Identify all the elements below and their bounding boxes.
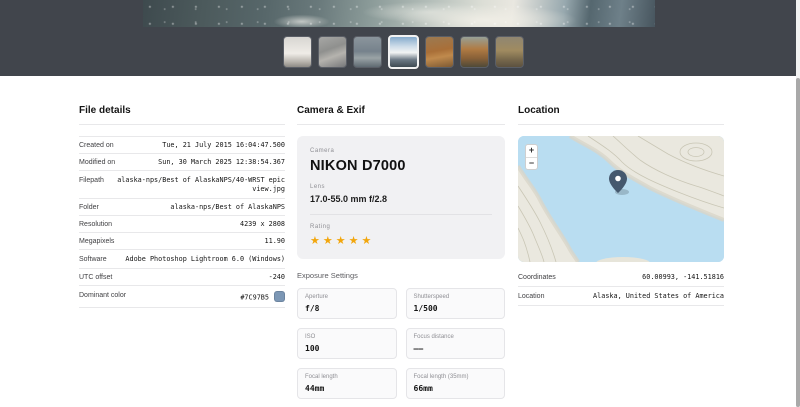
map[interactable]: + − — [518, 136, 724, 262]
table-row-megapixels: Megapixels 11.90 — [79, 233, 285, 250]
exposure-box-aperture: Aperture f/8 — [297, 288, 397, 319]
location-title: Location — [518, 104, 724, 117]
coordinates-value[interactable]: 60.00993, -141.51816 — [564, 273, 724, 282]
scrollbar-track[interactable] — [796, 0, 800, 407]
thumbnail-1[interactable] — [283, 36, 312, 68]
table-row-modified-on: Modified on Sun, 30 March 2025 12:38:54.… — [79, 154, 285, 171]
table-row-software: Software Adobe Photoshop Lightroom 6.0 (… — [79, 250, 285, 269]
zoom-out-button[interactable]: − — [526, 157, 537, 169]
thumbnail-2[interactable] — [318, 36, 347, 68]
thumbnail-4-selected[interactable] — [388, 35, 419, 69]
divider — [79, 124, 285, 125]
table-row-coordinates: Coordinates 60.00993, -141.51816 — [518, 268, 724, 287]
divider — [297, 124, 505, 125]
divider — [518, 124, 724, 125]
file-details-section: File details Created on Tue, 21 July 201… — [79, 104, 285, 308]
table-row-folder: Folder alaska-nps/Best of AlaskaNPS — [79, 199, 285, 216]
camera-label: Camera — [310, 147, 492, 155]
exposure-box-focal-length-35mm: Focal length (35mm) 66mm — [406, 368, 506, 399]
lens-value: 17.0-55.0 mm f/2.8 — [310, 193, 492, 205]
map-tiles — [518, 136, 724, 262]
exposure-settings-title: Exposure Settings — [297, 271, 505, 280]
camera-card: Camera NIKON D7000 Lens 17.0-55.0 mm f/2… — [297, 136, 505, 259]
camera-exif-section: Camera & Exif Camera NIKON D7000 Lens 17… — [297, 104, 505, 399]
filmstrip — [283, 35, 524, 69]
exposure-settings-grid: Aperture f/8 Shutterspeed 1/500 ISO 100 … — [297, 288, 505, 399]
lens-label: Lens — [310, 183, 492, 191]
thumbnail-7[interactable] — [495, 36, 524, 68]
divider — [310, 214, 492, 215]
thumbnail-6[interactable] — [460, 36, 489, 68]
location-section: Location — [518, 104, 724, 306]
file-details-title: File details — [79, 104, 285, 117]
file-details-table: Created on Tue, 21 July 2015 16:04:47.50… — [79, 136, 285, 308]
photo-details-page: File details Created on Tue, 21 July 201… — [0, 0, 800, 407]
table-row-utc-offset: UTC offset -240 — [79, 269, 285, 286]
rating-stars[interactable]: ★★★★★ — [310, 234, 492, 248]
dominant-color-swatch — [274, 291, 285, 302]
map-zoom-control: + − — [525, 144, 538, 170]
exposure-box-focus-distance: Focus distance –– — [406, 328, 506, 359]
camera-exif-title: Camera & Exif — [297, 104, 505, 117]
exposure-box-focal-length: Focal length 44mm — [297, 368, 397, 399]
table-row-resolution: Resolution 4239 x 2808 — [79, 216, 285, 233]
camera-model: NIKON D7000 — [310, 157, 492, 175]
hero-photo[interactable] — [143, 0, 655, 27]
table-row-created-on: Created on Tue, 21 July 2015 16:04:47.50… — [79, 137, 285, 154]
location-value: Alaska, United States of America — [552, 292, 724, 301]
table-row-filepath: Filepath alaska-nps/Best of AlaskaNPS/40… — [79, 171, 285, 199]
exposure-box-shutterspeed: Shutterspeed 1/500 — [406, 288, 506, 319]
table-row-dominant-color: Dominant color #7C97B5 — [79, 286, 285, 308]
location-table: Coordinates 60.00993, -141.51816 Locatio… — [518, 268, 724, 306]
top-bar — [0, 0, 800, 76]
scrollbar-thumb[interactable] — [796, 78, 800, 407]
table-row-location: Location Alaska, United States of Americ… — [518, 287, 724, 306]
exposure-box-iso: ISO 100 — [297, 328, 397, 359]
thumbnail-5[interactable] — [425, 36, 454, 68]
thumbnail-3[interactable] — [353, 36, 382, 68]
zoom-in-button[interactable]: + — [526, 145, 537, 157]
dominant-color-value: #7C97B5 — [240, 294, 269, 302]
rating-label: Rating — [310, 223, 492, 231]
